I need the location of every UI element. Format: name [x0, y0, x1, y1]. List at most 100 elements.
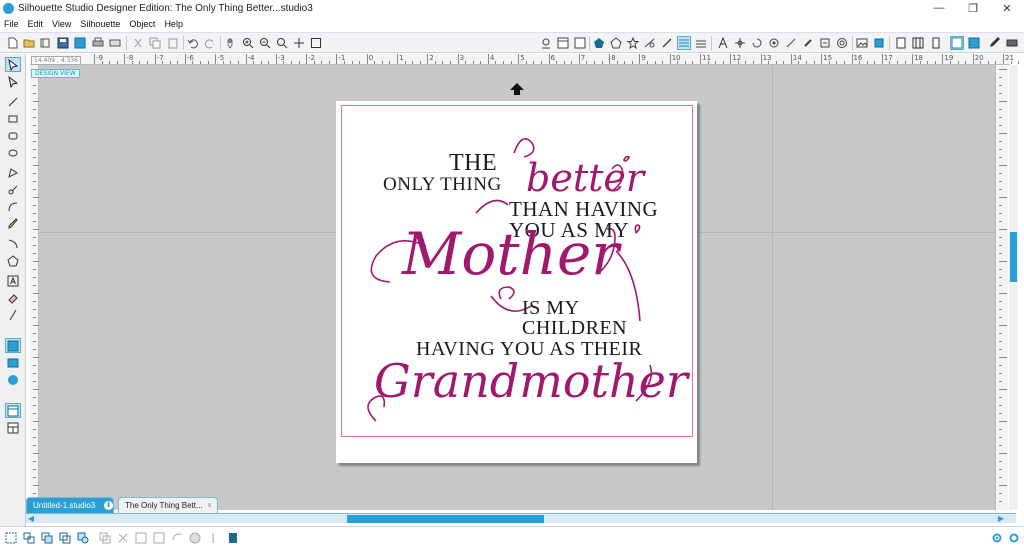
settings-gear-icon[interactable] [990, 531, 1004, 545]
move-page-icon[interactable] [292, 36, 306, 50]
send-to-back-icon[interactable] [152, 531, 166, 545]
library-icon[interactable] [38, 36, 52, 50]
transform-icon[interactable] [733, 36, 747, 50]
knife-tool-icon[interactable] [5, 307, 21, 322]
text-style-a-icon[interactable] [716, 36, 730, 50]
registration-marks-icon[interactable] [573, 36, 587, 50]
eraser-icon[interactable] [801, 36, 815, 50]
mirror-icon[interactable] [206, 531, 220, 545]
make-compound-path-icon[interactable] [40, 531, 54, 545]
tab-close-icon[interactable]: x [205, 501, 214, 510]
save-to-library-icon[interactable] [73, 36, 87, 50]
weld-icon[interactable] [76, 531, 90, 545]
point-edit-icon[interactable] [5, 74, 21, 89]
curve-tool-icon[interactable] [5, 182, 21, 197]
align-icon[interactable] [539, 36, 553, 50]
sketch-icon[interactable] [988, 36, 1002, 50]
line-color-icon[interactable] [643, 36, 657, 50]
fit-to-page-icon[interactable] [309, 36, 323, 50]
ellipse-tool-icon[interactable] [5, 145, 21, 160]
replicate-icon[interactable] [767, 36, 781, 50]
select-arrow-icon[interactable] [5, 57, 21, 72]
eraser-tool-icon[interactable] [5, 290, 21, 305]
pan-hand-icon[interactable] [224, 36, 238, 50]
ungroup-icon[interactable] [22, 531, 36, 545]
open-folder-icon[interactable] [22, 36, 36, 50]
arc-tool-icon[interactable] [5, 199, 21, 214]
restore-button[interactable]: ❐ [956, 0, 990, 16]
vertical-scrollbar[interactable] [1009, 65, 1018, 510]
line-tool-icon[interactable] [5, 94, 21, 109]
undo-icon[interactable] [186, 36, 200, 50]
print-icon[interactable] [91, 36, 105, 50]
tab-untitled-1[interactable]: Untitled-1.studio3 ⬇ [26, 497, 114, 513]
paste-icon[interactable] [166, 36, 180, 50]
knife-icon[interactable] [784, 36, 798, 50]
text-tool-icon[interactable] [5, 273, 21, 288]
redo-icon[interactable] [203, 36, 217, 50]
horizontal-scroll-thumb[interactable] [347, 515, 544, 523]
offset-circle-icon[interactable] [188, 531, 202, 545]
offset-icon[interactable] [835, 36, 849, 50]
release-compound-icon[interactable] [58, 531, 72, 545]
design-canvas[interactable]: THE ONLY THING better THAN HAVING YOU AS… [39, 65, 995, 510]
send-to-icon[interactable] [872, 36, 886, 50]
delete-icon[interactable] [116, 531, 130, 545]
zoom-out-icon[interactable] [258, 36, 272, 50]
fill-color-icon[interactable] [592, 36, 606, 50]
menu-object[interactable]: Object [129, 19, 155, 29]
tab-download-icon[interactable]: ⬇ [104, 501, 113, 510]
zoom-select-icon[interactable] [275, 36, 289, 50]
rounded-rectangle-tool-icon[interactable] [5, 128, 21, 143]
cut-icon[interactable] [131, 36, 145, 50]
bring-to-front-icon[interactable] [134, 531, 148, 545]
design-view-icon[interactable] [894, 36, 908, 50]
menu-edit[interactable]: Edit [28, 19, 44, 29]
menu-help[interactable]: Help [164, 19, 183, 29]
design-panel-icon[interactable] [5, 338, 21, 353]
line-style-icon[interactable] [660, 36, 674, 50]
print-cut-icon[interactable] [108, 36, 122, 50]
grid-window-icon[interactable] [556, 36, 570, 50]
cut-settings-icon[interactable] [967, 36, 981, 50]
library-panel-icon[interactable] [5, 355, 21, 370]
scroll-right-arrow-icon[interactable]: ▶ [996, 514, 1006, 524]
close-button[interactable]: ✕ [990, 0, 1024, 16]
text-settings-icon[interactable] [694, 36, 708, 50]
minimize-button[interactable]: — [922, 0, 956, 16]
window-layout-icon[interactable] [5, 403, 21, 418]
store-globe-icon[interactable] [5, 372, 21, 387]
text-style-icon[interactable] [677, 36, 691, 50]
polygon-tool-icon[interactable] [5, 165, 21, 180]
rectangle-tool-icon[interactable] [5, 111, 21, 126]
replicate-shape-icon[interactable] [170, 531, 184, 545]
copy-icon[interactable] [148, 36, 162, 50]
menu-file[interactable]: File [4, 19, 19, 29]
vertical-scroll-thumb[interactable] [1010, 232, 1017, 282]
horizontal-scrollbar[interactable]: ◀ ▶ [26, 513, 1016, 523]
fill-pattern-icon[interactable] [626, 36, 640, 50]
freehand-tool-icon[interactable] [5, 216, 21, 231]
fill-gradient-icon[interactable] [609, 36, 623, 50]
advanced-settings-icon[interactable] [1007, 531, 1021, 545]
menu-silhouette[interactable]: Silhouette [80, 19, 120, 29]
group-icon[interactable] [4, 531, 18, 545]
library-view-icon[interactable] [911, 36, 925, 50]
duplicate-icon[interactable] [98, 531, 112, 545]
trace-icon[interactable] [818, 36, 832, 50]
pentagon-tool-icon[interactable] [5, 253, 21, 268]
trace-area-icon[interactable] [226, 531, 240, 545]
send-to-silhouette-icon[interactable] [1005, 36, 1019, 50]
smooth-freehand-icon[interactable] [5, 236, 21, 251]
image-library-icon[interactable] [855, 36, 869, 50]
rotate-icon[interactable] [750, 36, 764, 50]
quote-design[interactable]: THE ONLY THING better THAN HAVING YOU AS… [336, 101, 697, 463]
page-setup-icon[interactable] [950, 36, 964, 50]
page-sheet[interactable]: THE ONLY THING better THAN HAVING YOU AS… [336, 101, 697, 463]
new-document-icon[interactable] [6, 36, 20, 50]
tab-the-only-thing-better[interactable]: The Only Thing Bett... x [118, 497, 218, 513]
split-view-icon[interactable] [5, 420, 21, 435]
zoom-in-icon[interactable] [241, 36, 255, 50]
save-icon[interactable] [56, 36, 70, 50]
scroll-left-arrow-icon[interactable]: ◀ [26, 514, 36, 524]
